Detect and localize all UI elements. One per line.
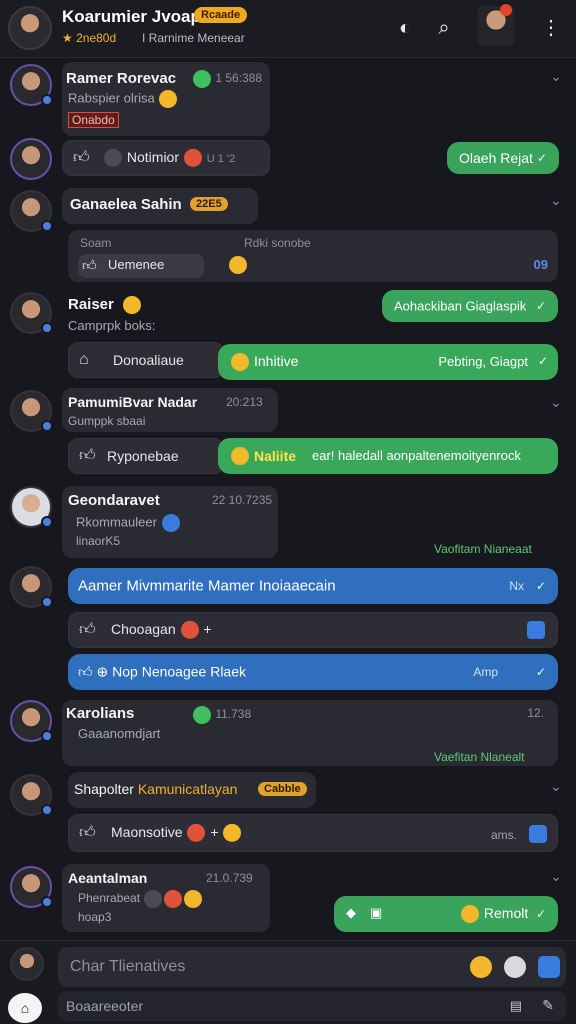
thumbs-up-icon: 👍︎ xyxy=(79,824,96,842)
thumbs-up-icon: 👍︎ xyxy=(79,447,96,465)
message-preview: Camprpk boks: xyxy=(68,318,156,333)
message-bubble[interactable]: Aamer Mivmmarite Mamer Inoiaaecain Nx ✓ xyxy=(68,568,558,604)
search-icon[interactable]: ⌕ xyxy=(431,15,457,41)
reaction-chip[interactable]: 👍︎ Uemenee xyxy=(78,254,204,278)
sender-name: Aeantalman xyxy=(68,870,148,886)
message-preview: Gumppk sbaai xyxy=(68,414,146,428)
page-title: Koarumier Jvoap xyxy=(62,7,201,26)
chevron-down-icon[interactable]: ⌄ xyxy=(550,778,562,795)
secondary-input[interactable]: Boaareeoter ▤ ✎ xyxy=(58,991,566,1021)
keyboard-icon[interactable]: ▤ xyxy=(510,998,522,1014)
avatar[interactable] xyxy=(10,390,53,432)
message-card[interactable]: Aeantalman 21.0.739 Phenrabeat hoap3 xyxy=(62,864,270,932)
meta-right: Rdki sonobe xyxy=(244,236,311,250)
avatar[interactable] xyxy=(10,947,44,981)
message-input[interactable] xyxy=(70,955,450,979)
chevron-down-icon[interactable]: ⌄ xyxy=(550,68,562,85)
timestamp: 11.738 xyxy=(192,706,251,724)
message-preview: Gaaanomdjart xyxy=(78,726,161,741)
reaction-bar[interactable]: 👍︎ Maonsotive + ams. xyxy=(68,814,558,852)
status-text: Vaefitan Nlanealt xyxy=(434,750,525,764)
avatar[interactable] xyxy=(10,190,53,232)
read-check-icon: ✓ xyxy=(536,151,547,165)
sender-name: Geondaravet xyxy=(68,492,160,509)
heart-icon[interactable]: ◐ xyxy=(392,15,418,41)
header-subtitle: ★ 2ne80d xyxy=(62,31,117,45)
meta-left: Soam xyxy=(80,236,112,250)
highlighted-message[interactable]: Naliite ear! haledall aonpaltenemoityenr… xyxy=(218,438,558,474)
message-preview: Phenrabeat xyxy=(78,890,203,908)
reaction-bar[interactable]: 👍︎ Ryponebae xyxy=(68,438,224,474)
notification-dot xyxy=(500,4,512,16)
reaction-bar[interactable]: ⌂ Donoaliaue xyxy=(68,342,224,378)
message-bubble[interactable]: Aohackiban Giaglaspik ✓ xyxy=(382,290,558,322)
header-subtitle-text: I Rarnime Meneear xyxy=(142,31,245,45)
avatar[interactable] xyxy=(10,566,53,608)
edit-icon[interactable]: ✎ xyxy=(542,997,554,1014)
avatar[interactable] xyxy=(10,774,53,816)
message-card[interactable]: Ramer Rorevac 1 56:388 Rabspier olrisa O… xyxy=(62,62,270,136)
sender-name: Ramer Rorevac xyxy=(66,70,177,87)
status-badge: Rcaade xyxy=(194,7,248,23)
sender-name: Raiser xyxy=(68,296,114,313)
send-icon[interactable] xyxy=(538,956,560,978)
message-bubble[interactable]: 👍︎ ⊕ Nop Nenoagee Rlaek Amp ✓ xyxy=(68,654,558,690)
avatar[interactable] xyxy=(10,64,53,106)
highlighted-message[interactable]: Inhitive Pebting, Giagpt ✓ xyxy=(218,344,558,380)
message-card[interactable]: Soam Rdki sonobe 👍︎ Uemenee 09 xyxy=(68,230,558,282)
emoji-icon[interactable] xyxy=(470,956,492,978)
status-badge: 22E5 xyxy=(190,197,228,211)
reaction-bar[interactable]: 👍︎ Chooagan + xyxy=(68,612,558,648)
message-preview: Rabspier olrisa xyxy=(68,90,178,108)
timestamp: 20:213 xyxy=(226,395,263,409)
avatar[interactable] xyxy=(10,292,53,334)
message-bubble[interactable]: Olaeh Rejat ✓ xyxy=(447,142,559,174)
message-card[interactable]: Shapolter Kamunicatlayan Cabble xyxy=(68,772,316,808)
message-preview-2: linaorK5 xyxy=(76,534,121,548)
message-card[interactable]: Ganaelea Sahin 22E5 xyxy=(62,188,258,224)
home-icon: ⌂ xyxy=(79,351,89,368)
message-card[interactable]: PamumiBvar Nadar 20:213 Gumppk sbaai xyxy=(62,388,278,432)
message-composer: ⌂ Boaareeoter ▤ ✎ xyxy=(0,940,576,1024)
timestamp-right: 12. xyxy=(527,706,544,720)
message-preview-2: hoap3 xyxy=(78,910,112,924)
status-text: Vaofitam Nianeaat xyxy=(434,542,532,556)
home-icon[interactable]: ⌂ xyxy=(8,993,42,1023)
count-badge: 09 xyxy=(533,257,548,272)
message-input-container[interactable] xyxy=(58,947,566,987)
timestamp: 21.0.739 xyxy=(206,871,253,885)
sticker-icon[interactable] xyxy=(504,956,526,978)
alert-tag: Onabdo xyxy=(68,112,119,128)
chevron-down-icon[interactable]: ⌄ xyxy=(550,192,562,209)
reaction-label: Notimior U 1 '2 xyxy=(103,149,235,168)
avatar[interactable] xyxy=(10,138,52,180)
avatar[interactable] xyxy=(10,486,53,528)
message-bubble[interactable]: ◆ ▣ Remolt ✓ xyxy=(334,896,558,932)
thumbs-up-icon: 👍︎ xyxy=(79,621,96,639)
chevron-down-icon[interactable]: ⌄ xyxy=(550,868,562,885)
thumbs-up-icon: 👍︎ xyxy=(82,257,97,273)
sender-name: Ganaelea Sahin xyxy=(70,196,182,213)
attachment-icon: ◆ xyxy=(346,905,356,920)
avatar[interactable] xyxy=(8,6,52,50)
square-icon[interactable] xyxy=(529,825,547,843)
avatar[interactable] xyxy=(10,866,53,908)
message-card[interactable]: Geondaravet 22 10.7235 Rkommauleer linao… xyxy=(62,486,278,558)
avatar[interactable] xyxy=(10,700,53,742)
square-icon[interactable] xyxy=(527,621,545,639)
thumbs-up-icon[interactable]: 👍︎ xyxy=(73,149,90,168)
sender-name: PamumiBvar Nadar xyxy=(68,394,198,410)
image-icon: ▣ xyxy=(370,905,383,920)
timestamp: 22 10.7235 xyxy=(212,493,273,507)
chevron-down-icon[interactable]: ⌄ xyxy=(550,394,562,411)
timestamp: 1 56:388 xyxy=(192,70,262,88)
status-badge: Cabble xyxy=(258,782,307,796)
message-preview: Rkommauleer xyxy=(76,514,181,532)
more-icon[interactable]: ⋮ xyxy=(538,15,564,41)
sender-name: Karolians xyxy=(66,705,135,722)
chat-header: Koarumier Jvoap Rcaade ★ 2ne80d I Rarnim… xyxy=(0,0,576,58)
reaction-bar[interactable]: 👍︎ Notimior U 1 '2 xyxy=(62,140,270,176)
